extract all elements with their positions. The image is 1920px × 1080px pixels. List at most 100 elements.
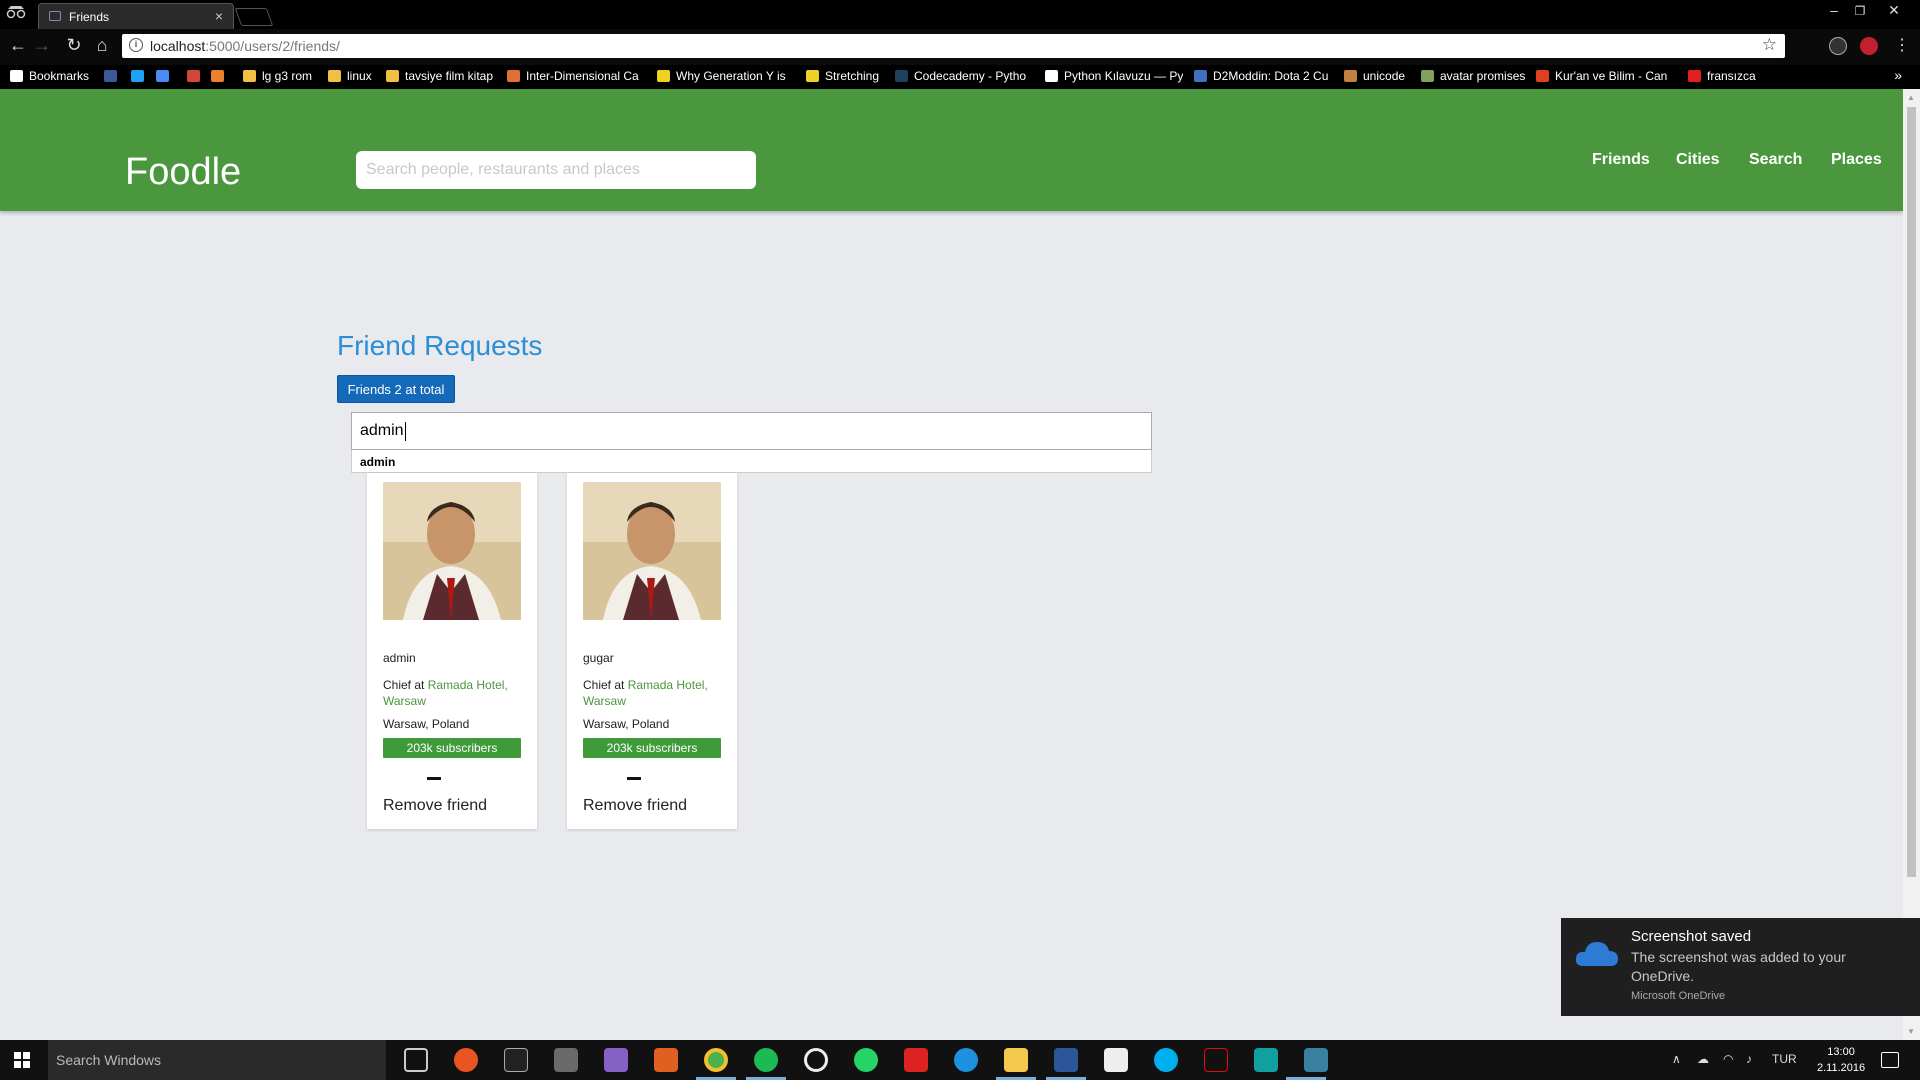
friend-search-input[interactable] — [351, 412, 1152, 450]
site-search-input[interactable] — [356, 151, 756, 189]
site-navbar: Foodle Friends Cities Search Places — [0, 89, 1903, 211]
friends-count-button[interactable]: Friends 2 at total — [337, 375, 455, 403]
bookmark-item[interactable] — [104, 69, 122, 83]
bookmark-favicon-icon — [386, 70, 399, 82]
edge-icon[interactable] — [954, 1048, 978, 1072]
page-scrollbar[interactable]: ▲ ▼ — [1903, 89, 1920, 1040]
avatar[interactable] — [583, 482, 721, 620]
chrome-icon[interactable] — [704, 1048, 728, 1072]
address-bar[interactable]: i localhost:5000/users/2/friends/ ☆ — [122, 34, 1785, 58]
new-tab-button[interactable] — [234, 8, 274, 26]
site-logo[interactable]: Foodle — [125, 151, 241, 194]
windows-start-icon[interactable] — [14, 1052, 30, 1068]
back-arrow-icon[interactable]: ← — [6, 35, 30, 56]
forward-arrow-icon[interactable]: → — [30, 35, 54, 56]
bookmark-item[interactable]: fransızca — [1688, 69, 1756, 83]
bookmark-item[interactable]: Python Kılavuzu — Py — [1045, 69, 1183, 83]
tab-title: Friends — [69, 10, 110, 24]
app-icon[interactable] — [1254, 1048, 1278, 1072]
bookmark-item[interactable]: Bookmarks — [10, 69, 89, 83]
bookmark-item[interactable] — [131, 69, 149, 83]
bookmark-item[interactable] — [211, 69, 229, 83]
friend-role: Chief at Ramada Hotel, Warsaw — [583, 678, 708, 708]
bookmark-item[interactable]: linux — [328, 69, 372, 83]
windows-taskbar: Search Windows ∧ ☁ ◠ ♪ TUR 13:00 2.11.20… — [0, 1040, 1920, 1080]
bookmark-favicon-icon — [211, 70, 224, 82]
toast-title: Screenshot saved — [1631, 928, 1752, 945]
store-icon[interactable] — [1104, 1048, 1128, 1072]
site-info-icon[interactable]: i — [129, 38, 143, 52]
nav-link-cities[interactable]: Cities — [1676, 151, 1720, 169]
spotify-icon[interactable] — [754, 1048, 778, 1072]
home-icon[interactable]: ⌂ — [90, 35, 114, 56]
ubuntu-icon[interactable] — [454, 1048, 478, 1072]
visual-studio-icon[interactable] — [604, 1048, 628, 1072]
wifi-icon[interactable]: ◠ — [1723, 1052, 1733, 1066]
friend-location: Warsaw, Poland — [583, 717, 670, 731]
skype-icon[interactable] — [1154, 1048, 1178, 1072]
bookmark-item[interactable]: lg g3 rom — [243, 69, 312, 83]
shield-extension-icon[interactable] — [1829, 37, 1847, 55]
remove-friend-button[interactable]: Remove friend — [383, 797, 487, 815]
remove-friend-button[interactable]: Remove friend — [583, 797, 687, 815]
bookmark-star-icon[interactable]: ☆ — [1762, 35, 1777, 55]
file-explorer-icon[interactable] — [1004, 1048, 1028, 1072]
task-view-icon[interactable] — [404, 1048, 428, 1072]
autocomplete-suggestion[interactable]: admin — [351, 450, 1152, 473]
toast-app-name: Microsoft OneDrive — [1631, 990, 1726, 1002]
photos-icon[interactable] — [1304, 1048, 1328, 1072]
sublime-icon[interactable] — [554, 1048, 578, 1072]
tab-close-icon[interactable]: × — [215, 8, 223, 24]
bookmark-item[interactable]: avatar promises — [1421, 69, 1525, 83]
browser-menu-icon[interactable]: ⋮ — [1890, 35, 1914, 55]
media-player-icon[interactable] — [804, 1048, 828, 1072]
scroll-thumb[interactable] — [1907, 107, 1916, 877]
volume-icon[interactable]: ♪ — [1746, 1052, 1752, 1066]
tray-overflow-icon[interactable]: ∧ — [1672, 1052, 1681, 1066]
word-icon[interactable] — [1054, 1048, 1078, 1072]
restore-icon[interactable]: ❐ — [1846, 4, 1874, 18]
scroll-up-icon[interactable]: ▲ — [1907, 93, 1915, 102]
scroll-down-icon[interactable]: ▼ — [1907, 1027, 1915, 1036]
friend-name[interactable]: gugar — [583, 651, 614, 665]
bookmark-item[interactable]: D2Moddin: Dota 2 Cu — [1194, 69, 1328, 83]
bookmark-item[interactable]: unicode — [1344, 69, 1405, 83]
nav-link-search[interactable]: Search — [1749, 151, 1802, 169]
bookmark-favicon-icon — [895, 70, 908, 82]
bookmarks-star-icon — [10, 70, 23, 82]
bookmark-favicon-icon — [328, 70, 341, 82]
bookmark-item[interactable]: Codecademy - Pytho — [895, 69, 1026, 83]
bookmark-item[interactable]: Stretching — [806, 69, 879, 83]
language-indicator[interactable]: TUR — [1772, 1052, 1797, 1066]
notification-toast[interactable]: Screenshot saved The screenshot was adde… — [1561, 918, 1920, 1016]
bookmark-item[interactable]: tavsiye film kitap — [386, 69, 493, 83]
system-clock[interactable]: 13:00 2.11.2016 — [1817, 1044, 1865, 1076]
terminal-icon[interactable] — [504, 1048, 528, 1072]
bookmark-favicon-icon — [156, 70, 169, 82]
bookmark-item[interactable]: Inter-Dimensional Ca — [507, 69, 639, 83]
avatar[interactable] — [383, 482, 521, 620]
bookmark-item[interactable] — [187, 69, 205, 83]
subscribers-badge: 203k subscribers — [383, 738, 521, 758]
taskbar-search-box[interactable]: Search Windows — [48, 1040, 386, 1080]
adblock-extension-icon[interactable] — [1860, 37, 1878, 55]
nav-link-friends[interactable]: Friends — [1592, 151, 1650, 169]
friend-card: gugar Chief at Ramada Hotel, Warsaw Wars… — [567, 473, 737, 829]
netflix-icon[interactable] — [1204, 1048, 1228, 1072]
onedrive-tray-icon[interactable]: ☁ — [1697, 1052, 1709, 1066]
whatsapp-icon[interactable] — [854, 1048, 878, 1072]
browser-tab-friends[interactable]: Friends × — [38, 3, 234, 29]
bookmarks-overflow-icon[interactable]: » — [1894, 67, 1902, 83]
popcorn-icon[interactable] — [904, 1048, 928, 1072]
minimize-icon[interactable]: – — [1820, 2, 1848, 18]
nav-link-places[interactable]: Places — [1831, 151, 1882, 169]
action-center-icon[interactable] — [1881, 1052, 1899, 1068]
matlab-icon[interactable] — [654, 1048, 678, 1072]
window-close-icon[interactable]: ✕ — [1880, 2, 1908, 19]
reload-icon[interactable]: ↻ — [62, 35, 86, 56]
bookmark-item[interactable]: Kur'an ve Bilim - Can — [1536, 69, 1667, 83]
friend-name[interactable]: admin — [383, 651, 416, 665]
bookmark-item[interactable]: Why Generation Y is — [657, 69, 786, 83]
friend-card: admin Chief at Ramada Hotel, Warsaw Wars… — [367, 473, 537, 829]
bookmark-item[interactable] — [156, 69, 175, 83]
